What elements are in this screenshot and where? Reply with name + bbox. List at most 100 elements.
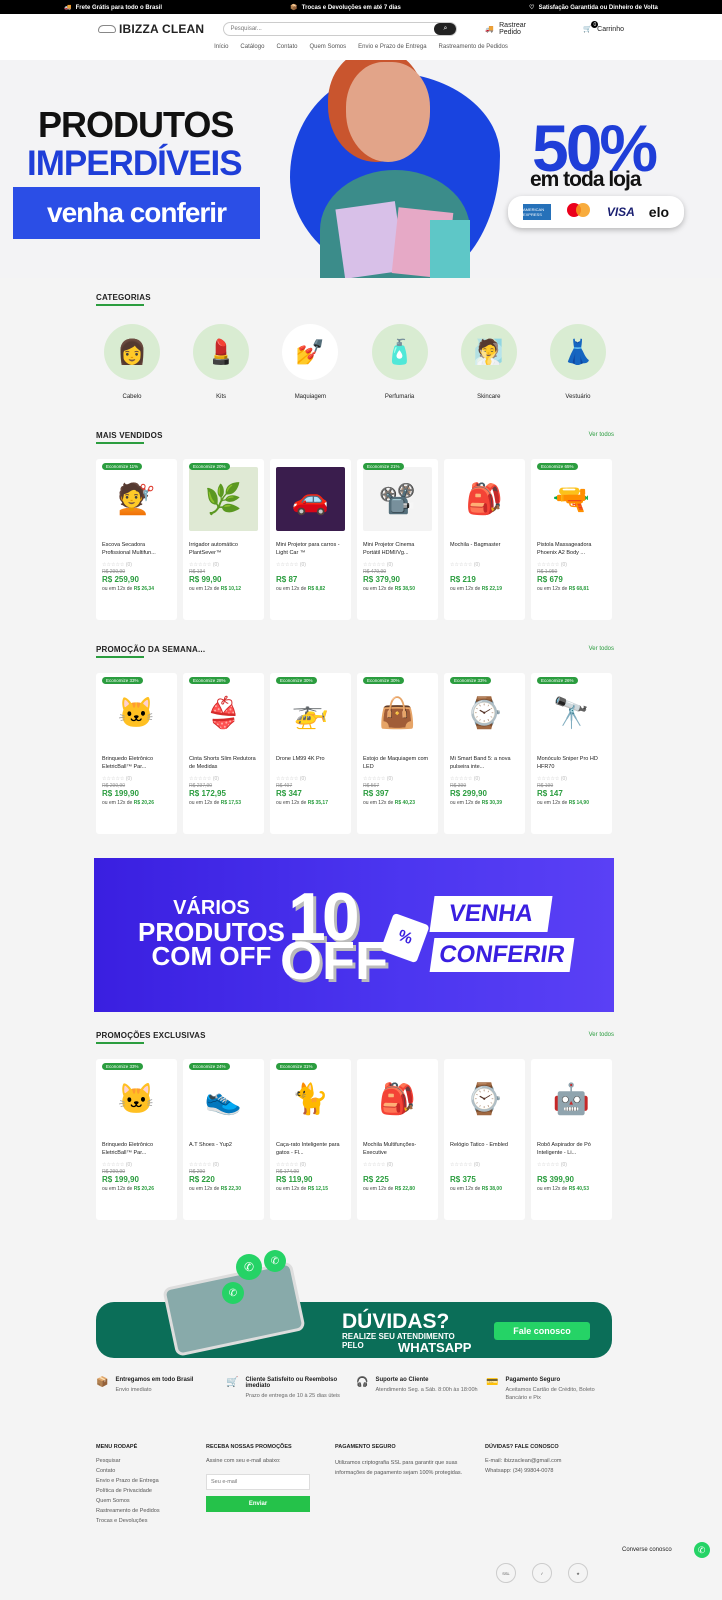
product-image[interactable]: ⌚ [450, 1067, 519, 1131]
product-name[interactable]: Estojo de Maquiagem com LED [363, 755, 432, 773]
footer-menu-link[interactable]: Quem Somos [96, 1498, 206, 1504]
product-image[interactable]: 👙 [189, 681, 258, 745]
footer-menu-link[interactable]: Trocas e Devoluções [96, 1518, 206, 1524]
product-image[interactable]: 🚁 [276, 681, 345, 745]
product-name[interactable]: Mochila Multifunções-Executive [363, 1141, 432, 1159]
product-image[interactable]: 🎒 [450, 467, 519, 531]
product-image[interactable]: 👜 [363, 681, 432, 745]
product-image[interactable]: 🐱 [102, 681, 171, 745]
product-name[interactable]: Relógio Tatico - Embled [450, 1141, 519, 1159]
product-card[interactable]: Economize 11% 💇 Escova Secadora Profission… [96, 459, 177, 620]
product-image[interactable]: 📽️ [363, 467, 432, 531]
product-card[interactable]: 🎒 Mochila Multifunções-Executive ☆☆☆☆☆ (0)… [357, 1059, 438, 1220]
product-image[interactable]: 🚗 [276, 467, 345, 531]
product-name[interactable]: Robô Aspirador de Pó Inteligente - Li... [537, 1141, 606, 1159]
footer-menu-link[interactable]: Pesquisar [96, 1458, 206, 1464]
category-item[interactable]: 👗 Vestuário [542, 324, 614, 400]
product-name[interactable]: Monóculo Sniper Pro HD HFR70 [537, 755, 606, 773]
product-name[interactable]: A.T Shoes - Yup2 [189, 1141, 258, 1159]
product-card[interactable]: Economize 65% 🔫 Pistola Massageadora Phoen… [531, 459, 612, 620]
installment-value: R$ 38,50 [394, 586, 415, 592]
nav-rastreamento[interactable]: Rastreamento de Pedidos [439, 44, 508, 50]
footer-menu-link[interactable]: Contato [96, 1468, 206, 1474]
product-card[interactable]: Economize 30% 👜 Estojo de Maquiagem com LE… [357, 673, 438, 834]
hero-banner[interactable]: PRODUTOS IMPERDÍVEIS venha conferir 50% … [0, 60, 722, 278]
category-label: Vestuário [565, 394, 591, 400]
product-card[interactable]: 🎒 Mochila - Bagmaster ☆☆☆☆☆ (0) R$ 219 ou em… [444, 459, 525, 620]
contact-phone[interactable]: Whatsapp: (34) 99804-0078 [485, 1468, 562, 1474]
exclusive-promo-section: PROMOÇÕES EXCLUSIVAS Ver todos Economize 3… [96, 1031, 614, 1220]
category-item[interactable]: 👩 Cabelo [96, 324, 168, 400]
product-card[interactable]: Economize 33% 🐱 Brinquedo Eletrônico Eletr… [96, 1059, 177, 1220]
category-item[interactable]: 🧖 Skincare [453, 324, 525, 400]
product-name[interactable]: Mini Projetor para carros - Light Car ™ [276, 541, 345, 559]
product-name[interactable]: Drone LM99 4K Pro [276, 755, 345, 773]
product-name[interactable]: Irrigador automático PlantSever™ [189, 541, 258, 559]
product-card[interactable]: Economize 26% 🔭 Monóculo Sniper Pro HD HFR… [531, 673, 612, 834]
product-name[interactable]: Mi Smart Band 5: a nova pulseira inte... [450, 755, 519, 773]
product-card[interactable]: Economize 30% 🚁 Drone LM99 4K Pro ☆☆☆☆☆ (0)… [270, 673, 351, 834]
product-image[interactable]: 🌿 [189, 467, 258, 531]
product-card[interactable]: 🤖 Robô Aspirador de Pó Inteligente - Li..… [531, 1059, 612, 1220]
product-image[interactable]: 🔭 [537, 681, 606, 745]
product-name[interactable]: Caça-rato Inteligente para gatos - Fl... [276, 1141, 345, 1159]
search-button[interactable]: ⌕ [434, 23, 457, 35]
product-card[interactable]: Economize 24% 👟 A.T Shoes - Yup2 ☆☆☆☆☆ (0) R… [183, 1059, 264, 1220]
nav-quem-somos[interactable]: Quem Somos [309, 44, 346, 50]
product-card[interactable]: Economize 20% 🌿 Irrigador automático Plant… [183, 459, 264, 620]
nav-envio[interactable]: Envio e Prazo de Entrega [358, 44, 426, 50]
feature-subtitle: Atendimento Seg. a Sáb. 8:00h às 18:00h [375, 1387, 478, 1393]
see-all-link[interactable]: Ver todos [589, 1032, 614, 1038]
product-name[interactable]: Brinquedo Eletrônico EletricBall™ Par... [102, 1141, 171, 1159]
product-card[interactable]: ⌚ Relógio Tatico - Embled ☆☆☆☆☆ (0) R$ 375 o… [444, 1059, 525, 1220]
product-image[interactable]: 🎒 [363, 1067, 432, 1131]
product-price: R$ 679 [537, 575, 563, 584]
see-all-link[interactable]: Ver todos [589, 646, 614, 652]
whatsapp-banner[interactable]: ✆ ✆ ✆ DÚVIDAS? REALIZE SEU ATENDIMENTO PE… [96, 1250, 612, 1358]
cart-link[interactable]: 🛒 0 Carrinho [583, 21, 624, 33]
product-name[interactable]: Cinta Shorts Slim Redutora de Medidas [189, 755, 258, 773]
feature-item: 📦 Entregamos em todo Brasil Envio imediato [96, 1377, 226, 1402]
product-image[interactable]: ⌚ [450, 681, 519, 745]
newsletter-email-input[interactable] [206, 1474, 310, 1490]
product-card[interactable]: Economize 21% 📽️ Mini Projetor Cinema Port… [357, 459, 438, 620]
product-image[interactable]: 🔫 [537, 467, 606, 531]
product-image[interactable]: 🐱 [102, 1067, 171, 1131]
product-name[interactable]: Mochila - Bagmaster [450, 541, 519, 559]
discount-badge: Economize 31% [276, 1063, 317, 1070]
nav-contato[interactable]: Contato [276, 44, 297, 50]
product-card[interactable]: Economize 31% 🐈 Caça-rato Inteligente para… [270, 1059, 351, 1220]
product-name[interactable]: Pistola Massageadora Phoenix A2 Body ... [537, 541, 606, 559]
installment-prefix: ou em 12x de [363, 1186, 394, 1192]
newsletter-send-button[interactable]: Enviar [206, 1496, 310, 1512]
nav-inicio[interactable]: Início [214, 44, 228, 50]
chat-widget[interactable]: Converse conosco ✆ [622, 1542, 710, 1558]
installments: ou em 12x de R$ 22,19 [450, 586, 519, 592]
product-card[interactable]: 🚗 Mini Projetor para carros - Light Car ™… [270, 459, 351, 620]
promo-banner[interactable]: VÁRIOS PRODUTOS COM OFF 10 OFF % VENHA CON… [94, 858, 614, 1012]
product-image[interactable]: 🤖 [537, 1067, 606, 1131]
footer-menu-link[interactable]: Rastreamento de Pedidos [96, 1508, 206, 1514]
see-all-link[interactable]: Ver todos [589, 432, 614, 438]
product-name[interactable]: Brinquedo Eletrônico EletricBall™ Par... [102, 755, 171, 773]
category-item[interactable]: 💅 Maquiagem [274, 324, 346, 400]
product-name[interactable]: Mini Projetor Cinema Portátil HDMI/Vg... [363, 541, 432, 559]
logo[interactable]: IBIZZA CLEAN [98, 22, 209, 36]
search-input[interactable]: Pesquisar... ⌕ [223, 22, 458, 36]
fale-conosco-button[interactable]: Fale conosco [494, 1322, 590, 1340]
product-image[interactable]: 🐈 [276, 1067, 345, 1131]
footer-menu-link[interactable]: Envio e Prazo de Entrega [96, 1478, 206, 1484]
product-card[interactable]: Economize 33% ⌚ Mi Smart Band 5: a nova pu… [444, 673, 525, 834]
footer-menu-link[interactable]: Política de Privacidade [96, 1488, 206, 1494]
product-name[interactable]: Escova Secadora Profissional Multifun... [102, 541, 171, 559]
contact-email[interactable]: E-mail: ibizzaclean@gmail.com [485, 1458, 562, 1464]
nav-catalogo[interactable]: Catálogo [240, 44, 264, 50]
product-image[interactable]: 💇 [102, 467, 171, 531]
product-card[interactable]: Economize 33% 🐱 Brinquedo Eletrônico Eletr… [96, 673, 177, 834]
product-card[interactable]: Economize 28% 👙 Cinta Shorts Slim Redutora… [183, 673, 264, 834]
category-item[interactable]: 💄 Kits [185, 324, 257, 400]
track-order-link[interactable]: 🚚 Rastrear Pedido [485, 22, 549, 36]
installment-value: R$ 68,81 [568, 586, 589, 592]
product-image[interactable]: 👟 [189, 1067, 258, 1131]
category-item[interactable]: 🧴 Perfumaria [364, 324, 436, 400]
